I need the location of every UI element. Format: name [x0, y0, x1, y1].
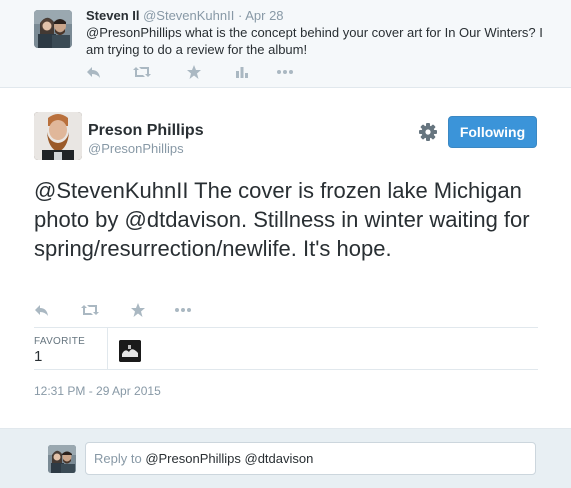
parent-tweet-text: @PresonPhillips what is the concept behi…	[86, 24, 556, 58]
mention-link-stevenkuhn[interactable]: @StevenKuhnII	[34, 178, 188, 203]
favoriter-avatar[interactable]	[119, 340, 141, 362]
following-button[interactable]: Following	[448, 116, 537, 148]
parent-author-avatar[interactable]	[34, 10, 72, 48]
parent-author-handle[interactable]: @StevenKuhnII	[143, 8, 234, 23]
reply-bar: Reply to @PresonPhillips @dtdavison	[0, 428, 571, 488]
stats-divider	[107, 328, 108, 369]
reply-input[interactable]: Reply to @PresonPhillips @dtdavison	[85, 442, 536, 475]
parent-tweet[interactable]: Steven Il @StevenKuhnII · Apr 28 @Preson…	[0, 0, 571, 88]
favorite-stat-count[interactable]: 1	[34, 348, 42, 365]
main-author-name[interactable]: Preson Phillips	[88, 122, 204, 140]
parent-tweet-time[interactable]: Apr 28	[245, 8, 283, 23]
current-user-avatar	[48, 445, 76, 473]
retweet-icon[interactable]	[80, 302, 100, 318]
retweet-icon[interactable]	[132, 64, 152, 80]
favorite-stat-label[interactable]: FAVORITE	[34, 336, 85, 347]
parent-mention-link[interactable]: @PresonPhillips	[86, 25, 182, 40]
reply-icon[interactable]	[86, 64, 106, 80]
favorite-icon[interactable]	[130, 302, 150, 318]
favorite-icon[interactable]	[186, 64, 206, 80]
header-separator: ·	[237, 8, 243, 23]
gear-icon[interactable]	[418, 122, 438, 142]
more-icon[interactable]	[174, 302, 194, 318]
tweet-timestamp[interactable]: 12:31 PM - 29 Apr 2015	[34, 384, 161, 398]
main-author-avatar[interactable]	[34, 112, 82, 160]
main-tweet-text: @StevenKuhnII The cover is frozen lake M…	[34, 176, 549, 263]
parent-tweet-header: Steven Il @StevenKuhnII · Apr 28	[86, 8, 284, 23]
parent-author-name[interactable]: Steven Il	[86, 8, 139, 23]
stats-icon[interactable]	[234, 64, 254, 80]
tweet-stats: FAVORITE 1	[34, 327, 538, 370]
reply-mentions: @PresonPhillips @dtdavison	[145, 451, 314, 466]
main-author-handle[interactable]: @PresonPhillips	[88, 141, 184, 156]
more-icon[interactable]	[276, 64, 296, 80]
reply-icon[interactable]	[34, 302, 54, 318]
mention-link-dtdavison[interactable]: @dtdavison	[125, 207, 242, 232]
reply-prefix: Reply to	[94, 451, 146, 466]
